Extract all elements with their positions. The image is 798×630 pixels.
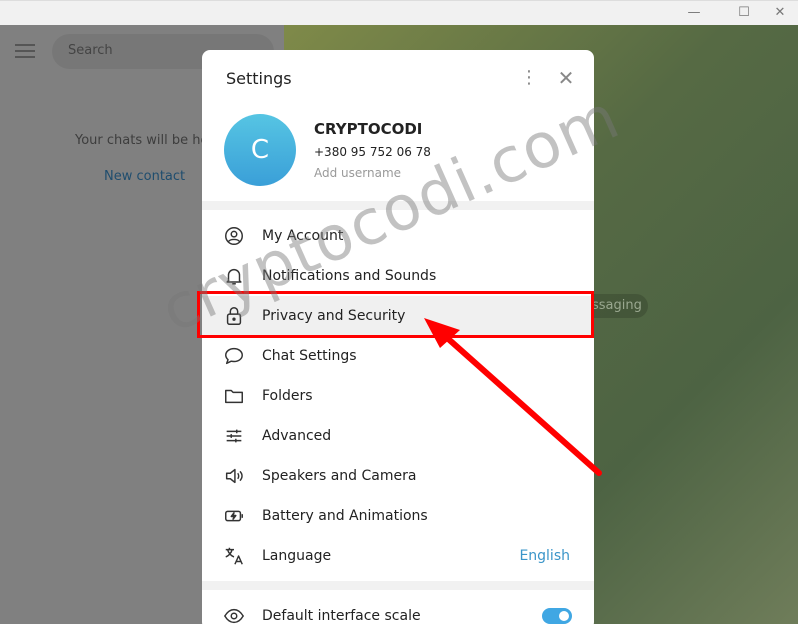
pointer-arrow xyxy=(424,318,602,476)
